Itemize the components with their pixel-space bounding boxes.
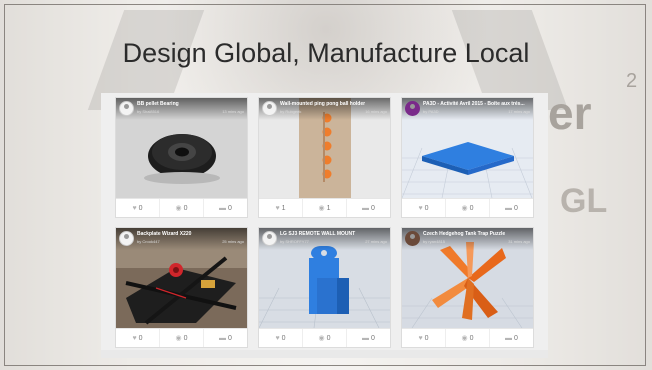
comment-count: 0 [514,204,518,212]
thing-author[interactable]: by Crook447 [137,239,160,244]
avatar[interactable] [119,231,134,246]
card-stats: ♥ 0 ◉ 0 ▬ 0 [402,198,533,217]
heart-icon: ♥ [132,204,137,212]
thing-card[interactable]: BB pellet Bearing by Shai8516 13 mins ag… [115,97,248,218]
like-count: 0 [424,204,429,212]
card-stats: ♥ 0 ◉ 0 ▬ 0 [259,328,390,347]
thing-thumbnail[interactable]: LG SJ3 REMOTE WALL MOUNT by SHROFFY77 27… [259,228,390,328]
thing-thumbnail[interactable]: Backplate Wizard X220 by Crook447 25 min… [116,228,247,328]
heart-icon: ♥ [418,204,423,212]
heart-icon: ♥ [418,334,423,342]
thing-card[interactable]: Wall-mounted ping pong ball holder by Ru… [258,97,391,218]
avatar[interactable] [119,101,134,116]
thing-author[interactable]: by ryan4815 [423,239,445,244]
comment-icon: ▬ [362,204,370,212]
avatar[interactable] [262,101,277,116]
comment-stat[interactable]: ▬ 0 [204,199,247,217]
view-stat: ◉ 0 [446,329,490,347]
eye-icon: ◉ [175,205,182,212]
view-count: 0 [183,334,188,342]
view-stat: ◉ 0 [160,329,204,347]
thing-thumbnail[interactable]: Czech Hedgehog Tank Trap Puzzle by ryan4… [402,228,533,328]
thing-time: 16 mins ago [365,109,387,114]
like-count: 0 [281,334,286,342]
thing-title[interactable]: LG SJ3 REMOTE WALL MOUNT [280,231,388,237]
thing-time: 17 mins ago [508,109,530,114]
like-count: 0 [424,334,429,342]
eye-icon: ◉ [461,335,468,342]
comment-icon: ▬ [505,204,513,212]
eye-icon: ◉ [318,205,325,212]
thing-author[interactable]: by PA3D [423,109,439,114]
view-stat: ◉ 0 [446,199,490,217]
comment-stat[interactable]: ▬ 0 [204,329,247,347]
like-stat[interactable]: ♥ 0 [402,199,446,217]
comment-count: 0 [371,204,375,212]
slide-title: Design Global, Manufacture Local [122,38,530,68]
thing-card[interactable]: Backplate Wizard X220 by Crook447 25 min… [115,227,248,348]
view-stat: ◉ 0 [160,199,204,217]
like-count: 0 [138,334,143,342]
thing-author[interactable]: by Rubgeek [280,109,301,114]
thing-time: 25 mins ago [222,239,244,244]
thing-thumbnail[interactable]: PA3D - Activité Avril 2015 - Boîte aux t… [402,98,533,198]
view-count: 0 [469,204,474,212]
like-stat[interactable]: ♥ 0 [402,329,446,347]
like-stat[interactable]: ♥ 0 [116,329,160,347]
like-stat[interactable]: ♥ 1 [259,199,303,217]
comment-icon: ▬ [219,334,227,342]
view-count: 0 [469,334,474,342]
card-stats: ♥ 0 ◉ 0 ▬ 0 [402,328,533,347]
comment-count: 0 [228,204,232,212]
comment-count: 0 [228,334,232,342]
view-stat: ◉ 0 [303,329,347,347]
avatar[interactable] [262,231,277,246]
thing-time: 31 mins ago [508,239,530,244]
comment-icon: ▬ [505,334,513,342]
comment-stat[interactable]: ▬ 0 [490,329,533,347]
heart-icon: ♥ [132,334,137,342]
thing-title[interactable]: PA3D - Activité Avril 2015 - Boîte aux t… [423,101,531,107]
like-count: 1 [281,204,286,212]
thing-card[interactable]: PA3D - Activité Avril 2015 - Boîte aux t… [401,97,534,218]
next-row-peek [101,350,548,358]
comment-count: 0 [371,334,375,342]
view-count: 0 [326,334,331,342]
thing-thumbnail[interactable]: Wall-mounted ping pong ball holder by Ru… [259,98,390,198]
comment-stat[interactable]: ▬ 0 [490,199,533,217]
comment-icon: ▬ [219,204,227,212]
heart-icon: ♥ [275,334,280,342]
thing-card[interactable]: LG SJ3 REMOTE WALL MOUNT by SHROFFY77 27… [258,227,391,348]
eye-icon: ◉ [175,335,182,342]
thing-time: 13 mins ago [222,109,244,114]
card-stats: ♥ 1 ◉ 1 ▬ 0 [259,198,390,217]
card-stats: ♥ 0 ◉ 0 ▬ 0 [116,198,247,217]
comment-stat[interactable]: ▬ 0 [347,199,390,217]
card-stats: ♥ 0 ◉ 0 ▬ 0 [116,328,247,347]
thing-title[interactable]: BB pellet Bearing [137,101,245,107]
eye-icon: ◉ [318,335,325,342]
thing-thumbnail[interactable]: BB pellet Bearing by Shai8516 13 mins ag… [116,98,247,198]
thing-time: 27 mins ago [365,239,387,244]
thing-author[interactable]: by SHROFFY77 [280,239,309,244]
eye-icon: ◉ [461,205,468,212]
comment-count: 0 [514,334,518,342]
view-stat: ◉ 1 [303,199,347,217]
heart-icon: ♥ [275,204,280,212]
thing-title[interactable]: Backplate Wizard X220 [137,231,245,237]
comment-icon: ▬ [362,334,370,342]
avatar[interactable] [405,101,420,116]
like-count: 0 [138,204,143,212]
view-count: 0 [183,204,188,212]
view-count: 1 [326,204,331,212]
like-stat[interactable]: ♥ 0 [116,199,160,217]
comment-stat[interactable]: ▬ 0 [347,329,390,347]
thing-title[interactable]: Wall-mounted ping pong ball holder [280,101,388,107]
like-stat[interactable]: ♥ 0 [259,329,303,347]
thing-title[interactable]: Czech Hedgehog Tank Trap Puzzle [423,231,531,237]
thing-card[interactable]: Czech Hedgehog Tank Trap Puzzle by ryan4… [401,227,534,348]
thing-author[interactable]: by Shai8516 [137,109,159,114]
avatar[interactable] [405,231,420,246]
